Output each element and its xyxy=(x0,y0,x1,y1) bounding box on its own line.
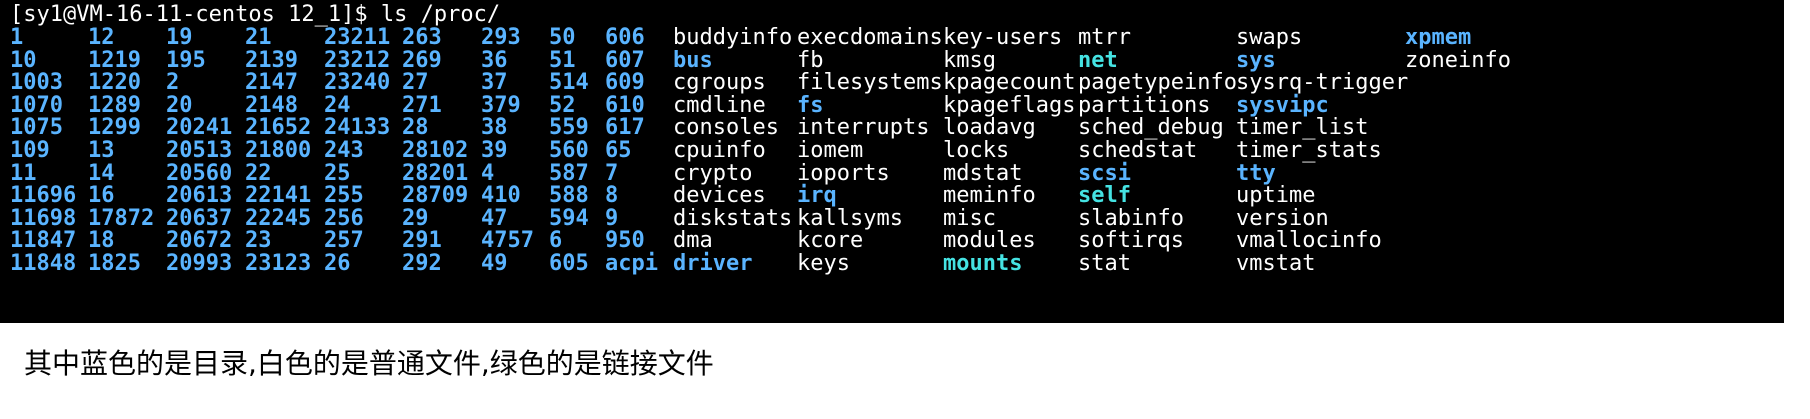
ls-entry-dir: driver xyxy=(673,251,753,276)
ls-entry-file: vmstat xyxy=(1236,251,1316,276)
caption-text: 其中蓝色的是目录,白色的是普通文件,绿色的是链接文件 xyxy=(24,347,714,380)
ls-entry-link: mounts xyxy=(943,251,1023,276)
ls-entry-file: keys xyxy=(797,251,850,276)
ls-entry-dir: 292 xyxy=(402,251,442,276)
ls-entry-dir: 49 xyxy=(481,251,508,276)
ls-entry-dir: 1825 xyxy=(88,251,141,276)
ls-entry-file: zoneinfo xyxy=(1405,47,1511,73)
terminal-window[interactable]: [sy1@VM-16-11-centos 12_1]$ ls /proc/ 11… xyxy=(0,0,1784,323)
ls-entry-dir: acpi xyxy=(605,251,658,276)
ls-entry-dir: 26 xyxy=(324,251,351,276)
ls-entry-dir: 23123 xyxy=(245,251,312,276)
ls-entry-dir: 605 xyxy=(549,251,589,276)
ls-entry-dir: 20993 xyxy=(166,251,233,276)
ls-entry-dir: 11848 xyxy=(10,251,77,276)
ls-entry-file: stat xyxy=(1078,251,1131,276)
